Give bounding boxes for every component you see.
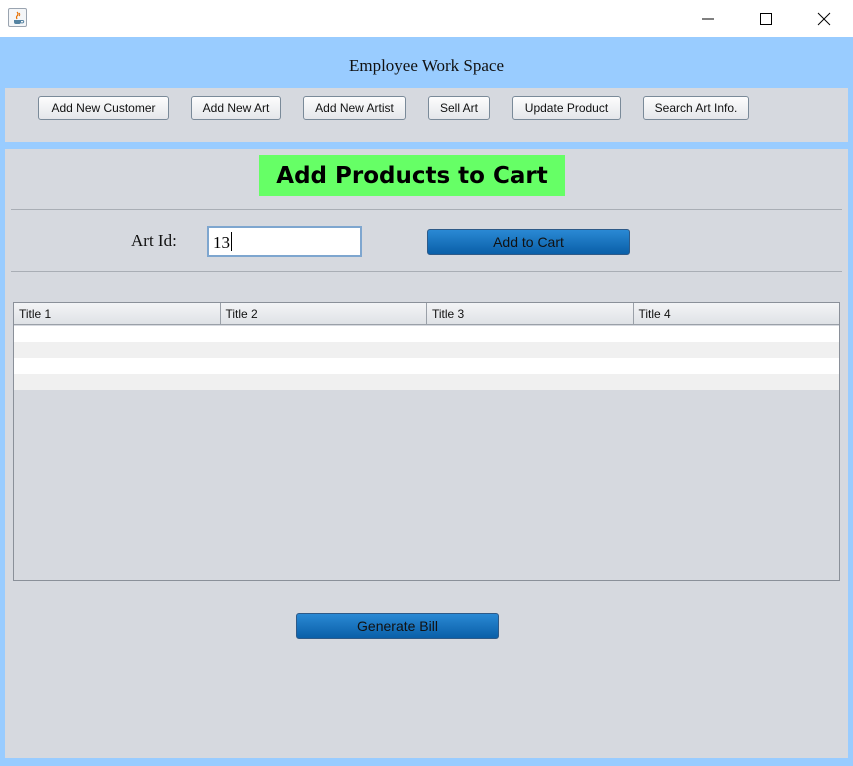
table-header: Title 1 Title 2 Title 3 Title 4 [14,303,839,325]
art-id-value: 13 [213,233,230,252]
page-title: Employee Work Space [348,56,505,75]
separator-top [11,209,842,210]
column-header-title-2[interactable]: Title 2 [221,303,427,325]
column-header-title-3[interactable]: Title 3 [427,303,634,325]
close-icon [817,12,831,25]
add-new-artist-button[interactable]: Add New Artist [303,96,406,120]
cart-table[interactable]: Title 1 Title 2 Title 3 Title 4 [13,302,840,581]
java-app-icon [8,8,27,27]
art-id-input[interactable]: 13 [207,226,362,257]
text-caret [231,232,232,251]
minimize-button[interactable] [679,0,737,37]
column-header-title-4[interactable]: Title 4 [634,303,840,325]
column-header-title-1[interactable]: Title 1 [14,303,221,325]
maximize-icon [760,12,772,25]
table-body [14,326,839,390]
art-id-label: Art Id: [131,231,177,250]
search-art-info-button[interactable]: Search Art Info. [643,96,749,120]
minimize-icon [702,18,714,19]
add-new-customer-button[interactable]: Add New Customer [38,96,169,120]
separator-bottom [11,271,842,272]
sell-art-button[interactable]: Sell Art [428,96,490,120]
cart-banner: Add Products to Cart [259,155,565,196]
table-row[interactable] [14,374,839,390]
add-to-cart-button[interactable]: Add to Cart [427,229,630,255]
add-new-art-button[interactable]: Add New Art [191,96,281,120]
table-row[interactable] [14,326,839,342]
table-row[interactable] [14,342,839,358]
update-product-button[interactable]: Update Product [512,96,621,120]
generate-bill-button[interactable]: Generate Bill [296,613,499,639]
maximize-button[interactable] [737,0,795,37]
close-button[interactable] [795,0,853,37]
table-row[interactable] [14,358,839,374]
